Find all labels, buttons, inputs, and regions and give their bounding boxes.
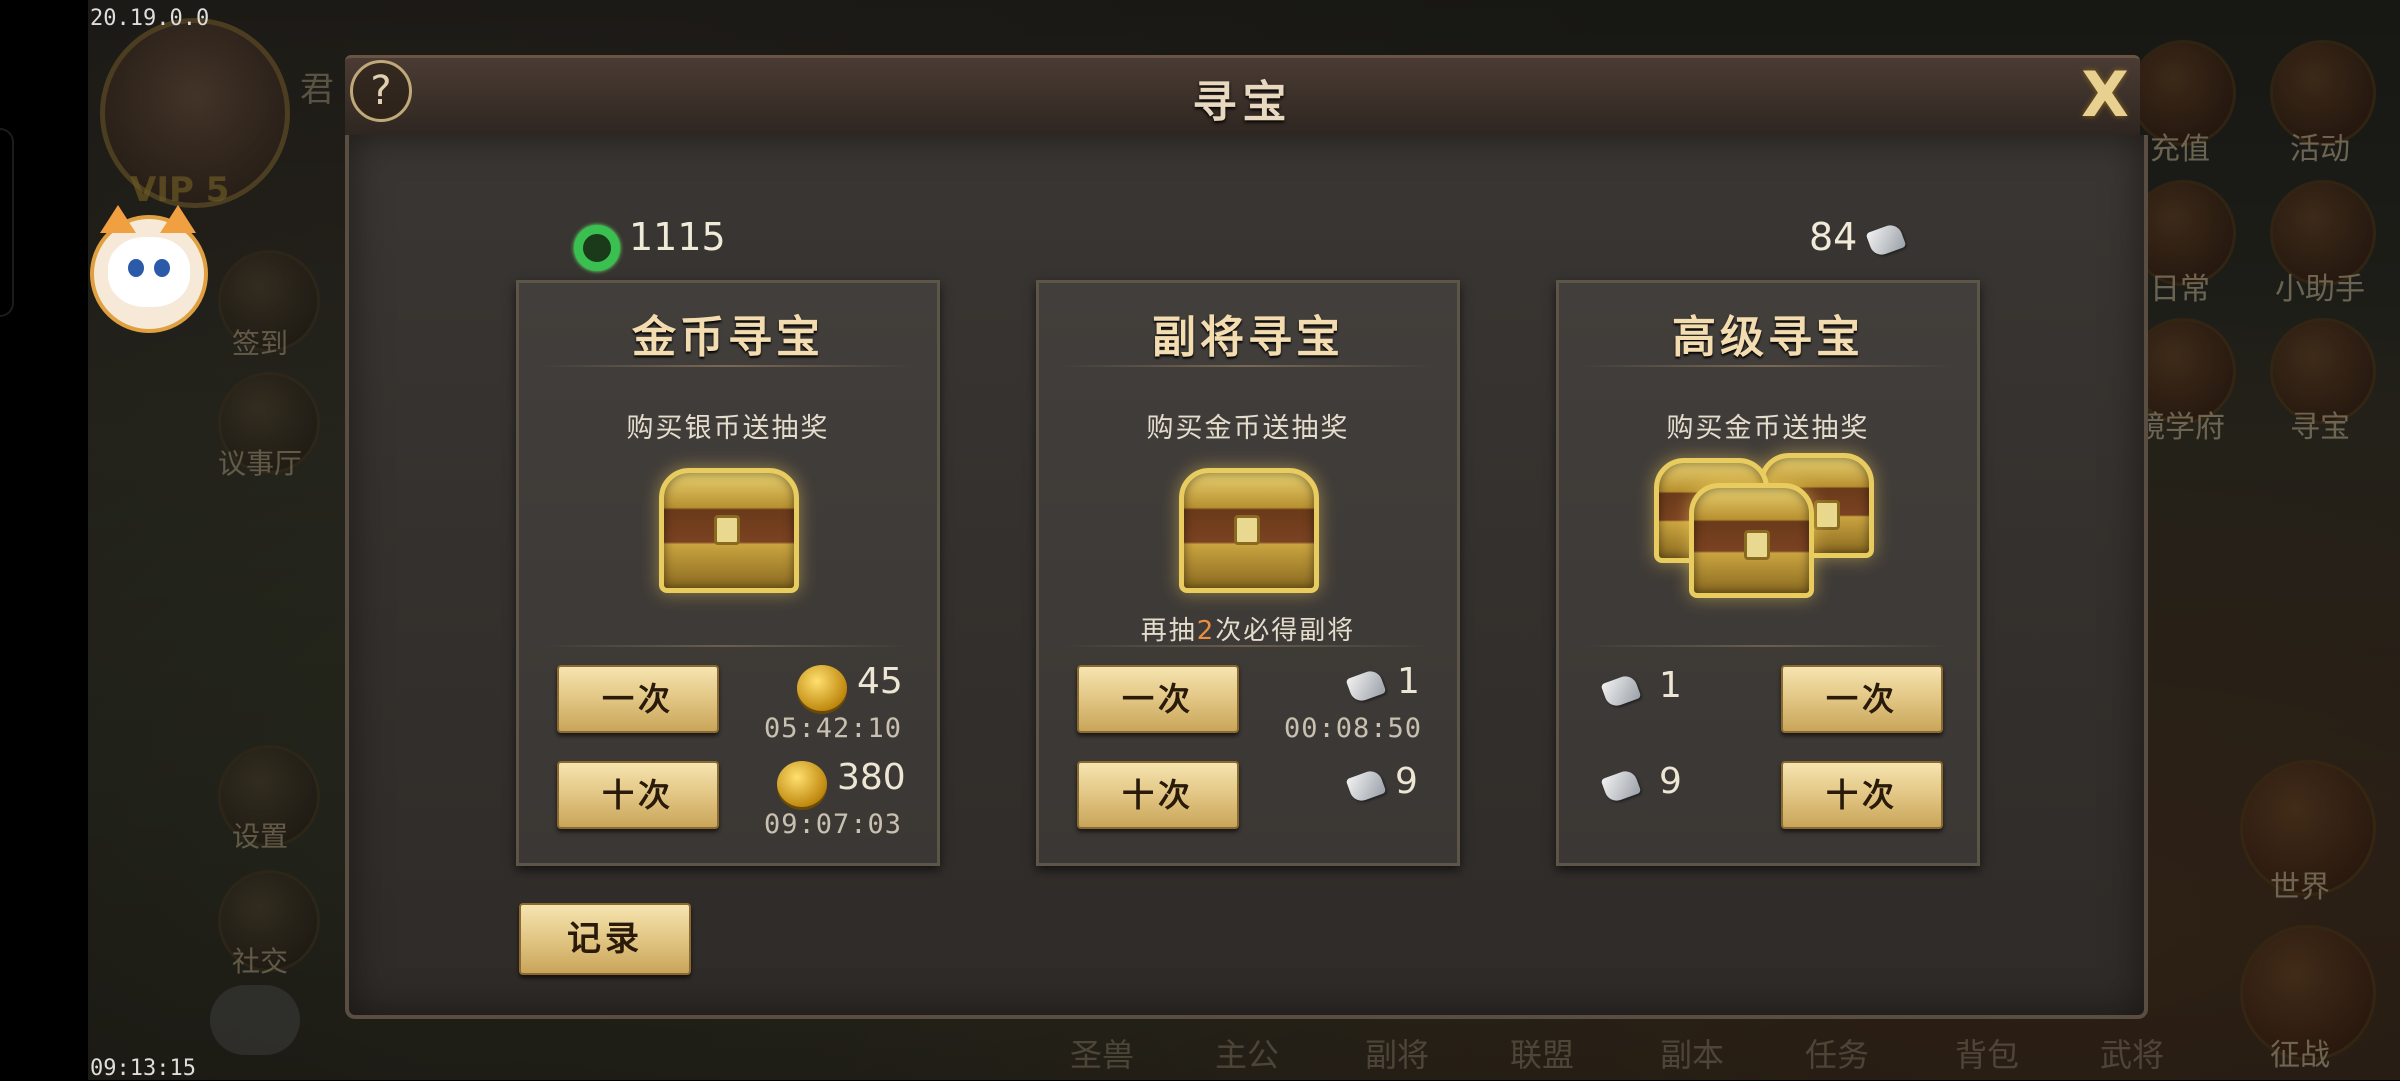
draw-once-button[interactable]: 一次 [1077,665,1239,733]
card-deputy-hunt: 副将寻宝 购买金币送抽奖 再抽2次必得副将 一次 1 00:08:50 十次 9 [1036,280,1460,866]
jade-currency-icon [574,225,620,271]
cat-ear-left [100,205,136,233]
draw-once-button[interactable]: 一次 [557,665,719,733]
card-subtitle: 购买金币送抽奖 [1146,413,1350,444]
draw-ten-button[interactable]: 十次 [557,761,719,829]
ten-timer: 09:07:03 [764,809,903,840]
cat-eye-right [154,259,170,277]
ten-cost: 9 [1395,761,1418,802]
treasure-hunt-dialog: 寻宝 ? X 1115 84 金币寻宝 购买银币送抽奖 一次 45 05:42:… [345,55,2148,1019]
pity-count: 2 [1196,616,1216,646]
scroll-ticket-icon [1600,767,1642,805]
once-cost: 1 [1397,661,1420,702]
draw-ten-button[interactable]: 十次 [1781,761,1943,829]
scroll-balance: 84 [1809,215,1858,259]
once-cost: 45 [857,661,903,702]
card-title: 高级寻宝 [1672,312,1864,363]
assistant-cat-icon[interactable] [90,205,208,333]
card-title: 副将寻宝 [1152,312,1344,363]
card-gold-hunt: 金币寻宝 购买银币送抽奖 一次 45 05:42:10 十次 380 09:07… [516,280,940,866]
dialog-title-bar: 寻宝 [345,55,2140,141]
treasure-chest-icon [659,468,799,593]
ten-cost: 380 [837,757,906,798]
scroll-ticket-icon [1600,672,1642,710]
cat-eye-left [128,259,144,277]
pity-note-prefix: 再抽 [1140,616,1197,646]
scroll-ticket-icon [1345,767,1387,805]
gold-coin-stack-icon [777,761,827,807]
once-timer: 00:08:50 [1284,713,1423,744]
dialog-title: 寻宝 [1192,77,1293,128]
dialog-body: 1115 84 金币寻宝 购买银币送抽奖 一次 45 05:42:10 十次 3… [345,135,2148,1019]
card-divider [539,365,913,367]
draw-once-button[interactable]: 一次 [1781,665,1943,733]
pity-note-suffix: 次必得副将 [1215,616,1356,646]
once-cost: 1 [1659,665,1682,706]
cat-face [108,237,190,307]
pity-note: 再抽2次必得副将 [1039,610,1457,647]
status-ip: 20.19.0.0 [90,6,210,31]
once-timer: 05:42:10 [764,713,903,744]
jade-balance: 1115 [629,215,726,259]
scroll-ticket-icon [1865,221,1907,259]
record-button[interactable]: 记录 [519,903,691,975]
status-clock: 09:13:15 [90,1056,196,1081]
treasure-chest-icon [1179,468,1319,593]
card-advanced-hunt: 高级寻宝 购买金币送抽奖 1 一次 9 十次 [1556,280,1980,866]
card-divider [1579,365,1953,367]
ten-cost: 9 [1659,761,1682,802]
cat-ear-right [160,205,196,233]
draw-ten-button[interactable]: 十次 [1077,761,1239,829]
card-divider [539,645,913,647]
gold-coin-icon [797,665,847,711]
help-button[interactable]: ? [350,60,412,122]
card-subtitle: 购买金币送抽奖 [1666,413,1870,444]
close-button[interactable]: X [2075,64,2135,126]
card-divider [1059,365,1433,367]
card-subtitle: 购买银币送抽奖 [626,413,830,444]
card-divider [1059,645,1433,647]
card-title: 金币寻宝 [632,312,824,363]
treasure-chest-icon [1689,483,1814,598]
scroll-ticket-icon [1345,667,1387,705]
card-divider [1579,645,1953,647]
